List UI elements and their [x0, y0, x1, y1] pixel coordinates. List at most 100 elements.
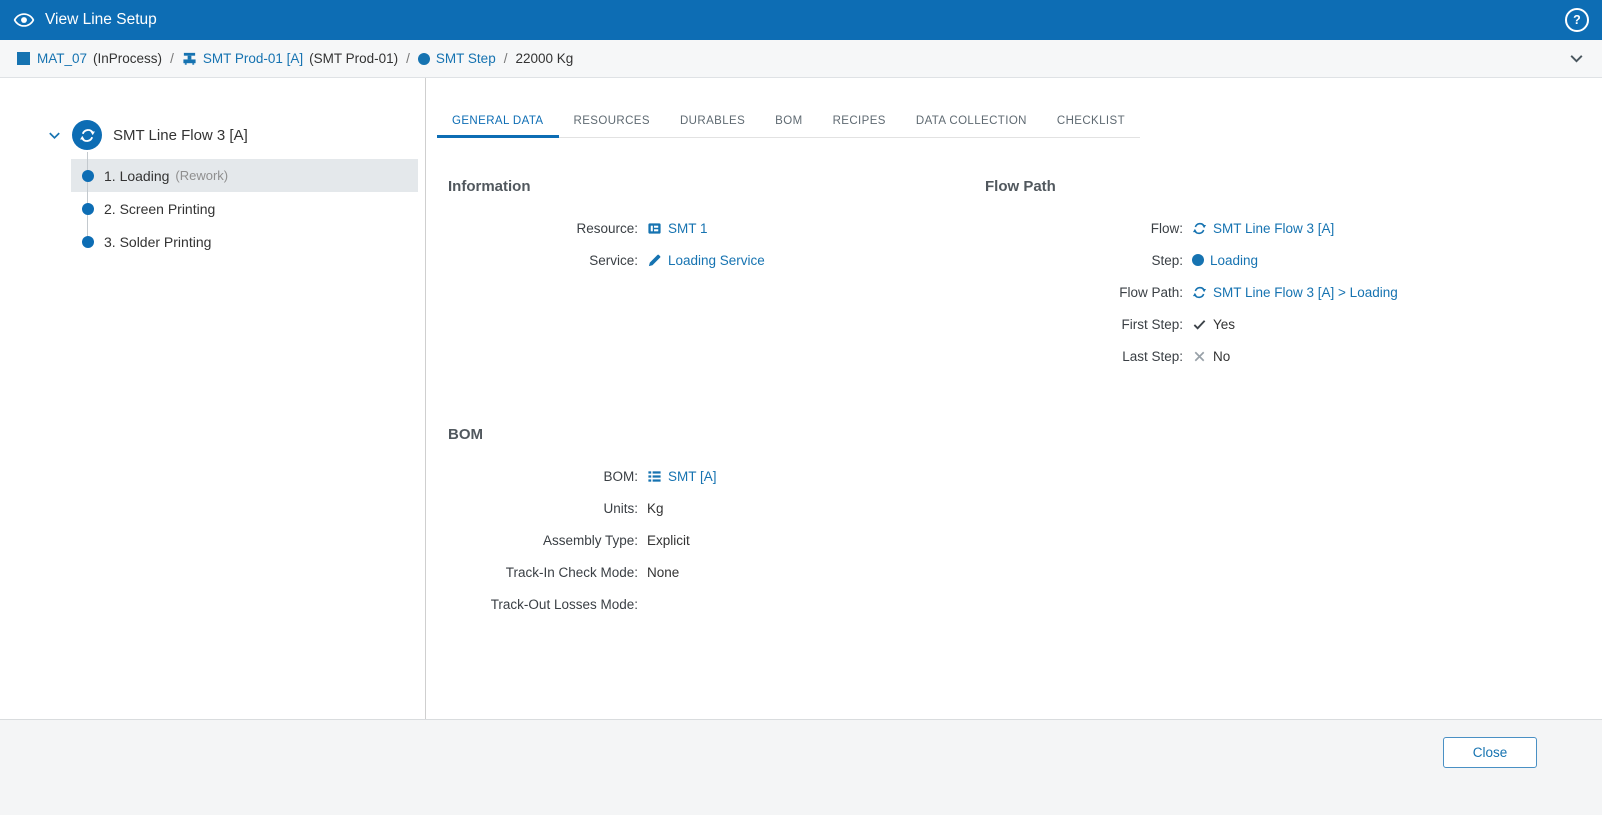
field-label: First Step: [985, 317, 1183, 332]
tab-checklist[interactable]: CHECKLIST [1042, 106, 1140, 137]
field-value: SMT Line Flow 3 [A] [1213, 221, 1334, 236]
help-glyph: ? [1573, 13, 1581, 27]
chevron-down-icon[interactable] [47, 128, 62, 143]
step-dot-icon [82, 203, 94, 215]
field-value: SMT [A] [668, 469, 717, 484]
information-section-title: Information [448, 178, 985, 195]
field-row-last-step: Last Step: No [985, 340, 1602, 372]
step-dot-icon [82, 170, 94, 182]
service-pencil-icon [647, 253, 662, 268]
breadcrumb: MAT_07 (InProcess) / SMT Prod-01 [A] (SM… [0, 40, 1602, 78]
field-row-flow-path: Flow Path: SMT Line Flow 3 [A] > Loading [985, 276, 1602, 308]
field-value: Loading Service [668, 253, 765, 268]
resource-alias: (SMT Prod-01) [309, 51, 398, 66]
close-button[interactable]: Close [1443, 737, 1537, 768]
tree-root-flow[interactable]: SMT Line Flow 3 [A] [47, 120, 425, 150]
main-area: SMT Line Flow 3 [A] 1. Loading (Rework) … [0, 78, 1602, 719]
material-state: (InProcess) [93, 51, 162, 66]
tab-data-collection[interactable]: DATA COLLECTION [901, 106, 1042, 137]
bom-link[interactable]: SMT [A] [647, 469, 717, 484]
field-value: SMT Line Flow 3 [A] > Loading [1213, 285, 1398, 300]
tree-step-solder-printing[interactable]: 3. Solder Printing [71, 225, 418, 258]
title-bar: View Line Setup ? [0, 0, 1602, 40]
tree-step-loading[interactable]: 1. Loading (Rework) [71, 159, 418, 192]
field-label: Track-Out Losses Mode: [448, 597, 638, 612]
field-value: Yes [1213, 317, 1235, 332]
bom-list-icon [647, 469, 662, 484]
tab-recipes[interactable]: RECIPES [818, 106, 901, 137]
field-row-first-step: First Step: Yes [985, 308, 1602, 340]
tab-bom[interactable]: BOM [760, 106, 817, 137]
step-label: 3. Solder Printing [104, 234, 211, 250]
field-row-service: Service: Loading Service [448, 244, 985, 276]
step-label: 1. Loading [104, 168, 169, 184]
units-value: Kg [647, 501, 664, 516]
chevron-down-icon[interactable] [1568, 50, 1585, 67]
breadcrumb-resource: SMT Prod-01 [A] (SMT Prod-01) [182, 51, 398, 66]
field-label: Step: [985, 253, 1183, 268]
tab-resources[interactable]: RESOURCES [559, 106, 665, 137]
general-data-panel: Information Resource: SMT 1 Service: Loa… [448, 178, 1602, 620]
flow-path-section-title: Flow Path [985, 178, 1602, 195]
breadcrumb-separator: / [504, 51, 508, 66]
flow-tree-panel: SMT Line Flow 3 [A] 1. Loading (Rework) … [0, 78, 426, 719]
breadcrumb-step: SMT Step [418, 51, 496, 66]
field-row-assembly-type: Assembly Type: Explicit [448, 524, 985, 556]
track-in-check-mode-value: None [647, 565, 679, 580]
step-suffix: (Rework) [175, 168, 228, 183]
step-dot-icon [418, 53, 430, 65]
resource-link[interactable]: SMT 1 [647, 221, 708, 236]
left-column: Information Resource: SMT 1 Service: Loa… [448, 178, 985, 620]
right-column: Flow Path Flow: SMT Line Flow 3 [A] Step… [985, 178, 1602, 620]
first-step-value: Yes [1192, 317, 1235, 332]
bom-section-title: BOM [448, 426, 985, 443]
field-value: Loading [1210, 253, 1258, 268]
flow-badge-icon [72, 120, 102, 150]
step-label: 2. Screen Printing [104, 201, 215, 217]
tab-general-data[interactable]: GENERAL DATA [437, 106, 559, 137]
field-row-track-out-losses-mode: Track-Out Losses Mode: [448, 588, 985, 620]
help-icon[interactable]: ? [1565, 8, 1589, 32]
tree-step-screen-printing[interactable]: 2. Screen Printing [71, 192, 418, 225]
tree-step-list: 1. Loading (Rework) 2. Screen Printing 3… [0, 159, 425, 258]
field-row-flow: Flow: SMT Line Flow 3 [A] [985, 212, 1602, 244]
machine-icon [182, 51, 197, 66]
step-link[interactable]: Loading [1192, 253, 1258, 268]
field-value: No [1213, 349, 1230, 364]
breadcrumb-separator: / [170, 51, 174, 66]
field-label: Last Step: [985, 349, 1183, 364]
field-label: Service: [448, 253, 638, 268]
breadcrumb-separator: / [406, 51, 410, 66]
tab-durables[interactable]: DURABLES [665, 106, 760, 137]
field-row-track-in-check-mode: Track-In Check Mode: None [448, 556, 985, 588]
field-value: SMT 1 [668, 221, 708, 236]
field-label: Units: [448, 501, 638, 516]
step-link[interactable]: SMT Step [436, 51, 496, 66]
resource-icon [647, 221, 662, 236]
field-row-resource: Resource: SMT 1 [448, 212, 985, 244]
field-label: Flow: [985, 221, 1183, 236]
last-step-value: No [1192, 349, 1230, 364]
assembly-type-value: Explicit [647, 533, 690, 548]
material-icon [17, 52, 30, 65]
tree-connector-line [87, 152, 88, 242]
field-row-step: Step: Loading [985, 244, 1602, 276]
material-link[interactable]: MAT_07 [37, 51, 87, 66]
step-dot-icon [82, 236, 94, 248]
flow-icon [1192, 221, 1207, 236]
field-label: Assembly Type: [448, 533, 638, 548]
flow-icon [1192, 285, 1207, 300]
field-label: BOM: [448, 469, 638, 484]
eye-icon [13, 9, 35, 31]
service-link[interactable]: Loading Service [647, 253, 765, 268]
resource-link[interactable]: SMT Prod-01 [A] [203, 51, 303, 66]
dialog-footer: Close [0, 719, 1602, 815]
flow-path-link[interactable]: SMT Line Flow 3 [A] > Loading [1192, 285, 1398, 300]
quantity-value: 22000 Kg [515, 51, 573, 66]
breadcrumb-material: MAT_07 (InProcess) [17, 51, 162, 66]
check-icon [1192, 317, 1207, 332]
field-row-bom: BOM: SMT [A] [448, 460, 985, 492]
field-row-units: Units: Kg [448, 492, 985, 524]
flow-link[interactable]: SMT Line Flow 3 [A] [1192, 221, 1334, 236]
field-value: Kg [647, 501, 664, 516]
